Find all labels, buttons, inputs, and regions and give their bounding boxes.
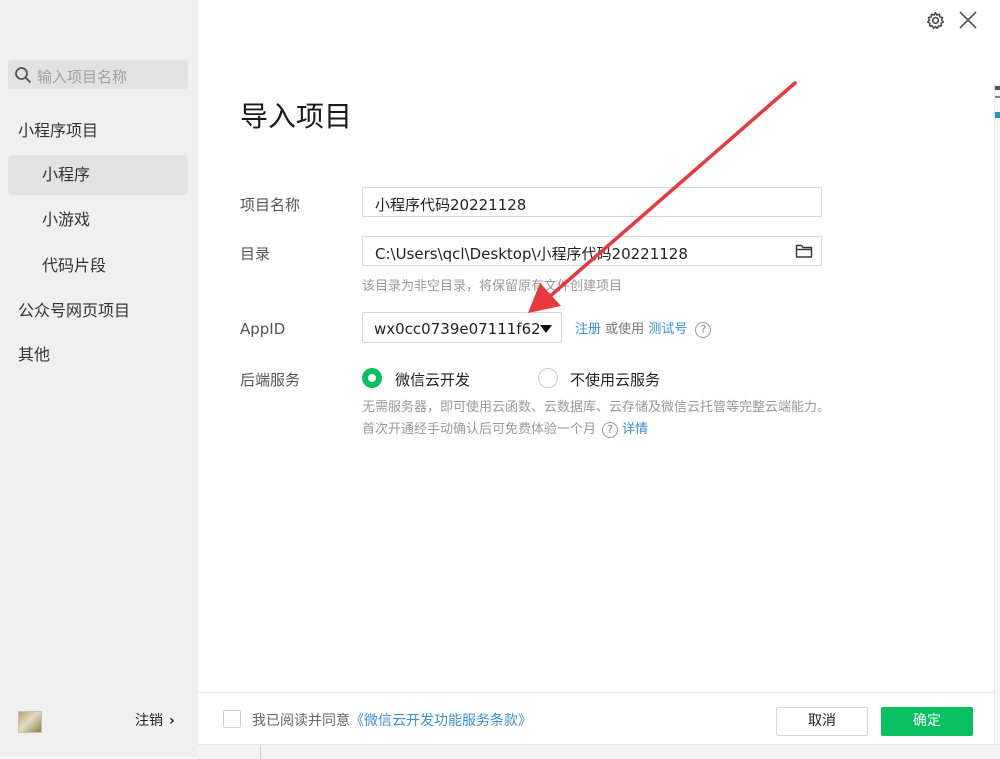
logout-button[interactable]: 注销 ›: [135, 710, 175, 730]
gear-icon[interactable]: [926, 11, 945, 30]
agree-statement: 我已阅读并同意《微信云开发功能服务条款》: [252, 710, 532, 730]
logout-label: 注销: [135, 713, 163, 729]
terms-link[interactable]: 《微信云开发功能服务条款》: [350, 713, 532, 729]
search-box[interactable]: 输入项目名称: [8, 60, 188, 89]
directory-value: C:\Users\qcl\Desktop\小程序代码20221128: [375, 245, 688, 263]
directory-hint: 该目录为非空目录，将保留原有文件创建项目: [362, 279, 623, 294]
confirm-button[interactable]: 确定: [881, 707, 973, 736]
search-icon: [15, 67, 31, 83]
search-input[interactable]: 输入项目名称: [37, 66, 127, 87]
test-account-link[interactable]: 测试号: [648, 322, 687, 337]
help-icon[interactable]: ?: [695, 321, 712, 338]
project-name-label: 项目名称: [240, 196, 301, 214]
page-title: 导入项目: [240, 100, 353, 133]
backend-description: 无需服务器，即可使用云函数、云数据库、云存储及微信云托管等完整云端能力。 首次开…: [362, 397, 832, 441]
details-link[interactable]: 详情: [622, 422, 648, 437]
sidebar-item-minigame[interactable]: 小游戏: [42, 210, 90, 230]
sidebar-item-miniprogram[interactable]: 小程序: [42, 165, 90, 185]
folder-icon[interactable]: [795, 243, 813, 259]
sidebar-item-other[interactable]: 其他: [18, 345, 50, 365]
appid-select[interactable]: wx0cc0739e07111f62: [362, 312, 562, 343]
radio-no-cloud-label[interactable]: 不使用云服务: [570, 369, 660, 390]
sidebar-section-miniprogram-projects: 小程序项目: [18, 121, 99, 140]
close-icon[interactable]: [956, 8, 980, 32]
directory-field[interactable]: C:\Users\qcl\Desktop\小程序代码20221128: [362, 236, 822, 266]
caret-down-icon: [540, 325, 552, 333]
agree-checkbox[interactable]: [223, 710, 241, 728]
chevron-right-icon: ›: [169, 713, 175, 729]
radio-wechat-cloud[interactable]: [362, 368, 382, 388]
sidebar-item-official-account-web[interactable]: 公众号网页项目: [18, 301, 130, 321]
directory-label: 目录: [240, 245, 271, 263]
background-window-bottom: [198, 744, 1000, 759]
sidebar-item-code-snippet[interactable]: 代码片段: [42, 256, 106, 276]
sidebar-item-active-bg: [8, 155, 188, 195]
footer-divider: [198, 692, 994, 693]
radio-wechat-cloud-label[interactable]: 微信云开发: [395, 369, 470, 390]
help-icon[interactable]: ?: [602, 421, 619, 438]
appid-extra-links: 注册 或使用 测试号 ?: [575, 318, 712, 338]
background-window-edge: [994, 84, 1000, 744]
or-use-text: 或使用: [605, 322, 645, 337]
backend-label: 后端服务: [240, 371, 301, 389]
appid-label: AppID: [240, 320, 286, 338]
register-link[interactable]: 注册: [575, 322, 601, 337]
avatar[interactable]: [18, 711, 42, 733]
project-name-value: 小程序代码20221128: [375, 196, 527, 214]
radio-no-cloud[interactable]: [538, 368, 558, 388]
cancel-button[interactable]: 取消: [776, 707, 868, 736]
appid-value: wx0cc0739e07111f62: [374, 320, 541, 338]
backend-description-text: 无需服务器，即可使用云函数、云数据库、云存储及微信云托管等完整云端能力。 首次开…: [362, 400, 831, 437]
project-name-field[interactable]: 小程序代码20221128: [362, 187, 822, 217]
agree-text: 我已阅读并同意: [252, 713, 350, 729]
sidebar: 输入项目名称 小程序项目 小程序 小游戏 代码片段 公众号网页项目 其他 注销 ›: [0, 0, 198, 758]
